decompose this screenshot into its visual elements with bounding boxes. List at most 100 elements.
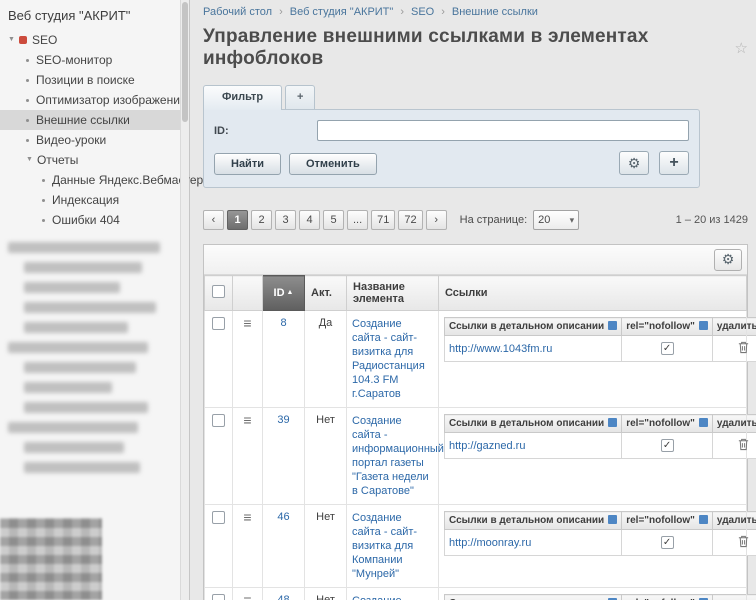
seo-module-icon: [19, 36, 27, 44]
menu-icon: ≡: [243, 592, 251, 600]
select-all-checkbox[interactable]: [212, 285, 225, 298]
external-url-link[interactable]: http://www.1043fm.ru: [449, 343, 552, 355]
element-name-link[interactable]: Создание сайта - сайт-визитка для Базы о…: [352, 594, 433, 600]
sidebar-item-seo-monitor[interactable]: SEO-монитор: [0, 50, 189, 70]
name-column-header[interactable]: Название элемента: [347, 276, 439, 311]
bullet-icon: [42, 199, 45, 202]
inner-links-table: Ссылки в детальном описании rel="nofollo…: [444, 414, 756, 459]
filter-settings-button[interactable]: ⚙: [619, 151, 649, 175]
row-checkbox[interactable]: [212, 594, 225, 600]
sidebar-item-indexing[interactable]: Индексация: [0, 190, 189, 210]
chevron-right-icon: ›: [434, 214, 438, 226]
sidebar-item-external-links[interactable]: Внешние ссылки: [0, 110, 189, 130]
element-name-link[interactable]: Создание сайта - сайт-визитка для Компан…: [352, 511, 433, 581]
id-column-header[interactable]: ID▲: [263, 276, 305, 311]
row-checkbox[interactable]: [212, 317, 225, 330]
delete-link-button[interactable]: [737, 340, 750, 354]
page-button-2[interactable]: 2: [251, 210, 272, 230]
find-button[interactable]: Найти: [214, 153, 281, 175]
sidebar-scrollbar-thumb[interactable]: [182, 2, 188, 122]
page-button-5[interactable]: 5: [323, 210, 344, 230]
add-filter-field-button[interactable]: +: [659, 151, 689, 175]
page-button-3[interactable]: 3: [275, 210, 296, 230]
bullet-icon: [26, 79, 29, 82]
per-page-select[interactable]: 20 ▾: [533, 210, 579, 230]
redacted-item: [24, 302, 156, 313]
breadcrumb-link-desktop[interactable]: Рабочий стол: [203, 6, 272, 18]
row-menu-button[interactable]: ≡: [233, 588, 263, 600]
chevron-left-icon: ‹: [212, 214, 216, 226]
help-icon[interactable]: [608, 418, 617, 427]
breadcrumb-link-site[interactable]: Веб студия "АКРИТ": [272, 6, 393, 18]
row-menu-button[interactable]: ≡: [233, 408, 263, 505]
page-button-4[interactable]: 4: [299, 210, 320, 230]
actions-column-header: [233, 276, 263, 311]
nofollow-header: rel="nofollow": [626, 515, 695, 526]
sidebar: Веб студия "АКРИТ" ▼ SEO SEO-монитор Поз…: [0, 0, 190, 600]
trash-icon: [737, 340, 750, 354]
row-id-link[interactable]: 46: [277, 511, 289, 523]
sidebar-scrollbar[interactable]: [180, 0, 189, 600]
element-name-link[interactable]: Создание сайта - информационный портал г…: [352, 414, 433, 498]
sidebar-item-errors-404[interactable]: Ошибки 404: [0, 210, 189, 230]
row-menu-button[interactable]: ≡: [233, 311, 263, 408]
cancel-button[interactable]: Отменить: [289, 153, 377, 175]
filter-id-row: ID:: [214, 120, 689, 141]
inner-header-row: Ссылки в детальном описании rel="nofollo…: [445, 512, 756, 530]
page-button-71[interactable]: 71: [371, 210, 395, 230]
sidebar-item-seo[interactable]: ▼ SEO: [0, 30, 189, 50]
active-column-header[interactable]: Акт.: [305, 276, 347, 311]
row-menu-button[interactable]: ≡: [233, 505, 263, 588]
row-id-link[interactable]: 8: [280, 317, 286, 329]
delete-link-button[interactable]: [737, 534, 750, 548]
external-url-link[interactable]: http://moonray.ru: [449, 537, 531, 549]
row-id-link[interactable]: 39: [277, 414, 289, 426]
row-active-value: Нет: [305, 408, 347, 505]
nofollow-checkbox[interactable]: ✓: [661, 536, 674, 549]
page-button-72[interactable]: 72: [398, 210, 422, 230]
sidebar-item-search-positions[interactable]: Позиции в поиске: [0, 70, 189, 90]
help-icon[interactable]: [699, 321, 708, 330]
favorite-star-icon[interactable]: ☆: [735, 39, 748, 57]
redacted-item: [24, 282, 120, 293]
row-active-value: Нет: [305, 505, 347, 588]
page-button-1[interactable]: 1: [227, 210, 248, 230]
sidebar-item-video-lessons[interactable]: Видео-уроки: [0, 130, 189, 150]
filter-body: ID: Найти Отменить ⚙ +: [203, 109, 700, 188]
bullet-icon: [26, 59, 29, 62]
id-header-label: ID: [274, 287, 285, 299]
sidebar-item-label: SEO-монитор: [36, 50, 112, 70]
add-filter-tab-button[interactable]: +: [285, 85, 315, 110]
row-checkbox[interactable]: [212, 511, 225, 524]
grid-settings-button[interactable]: ⚙: [714, 249, 742, 271]
delete-link-button[interactable]: [737, 437, 750, 451]
breadcrumb-link-seo[interactable]: SEO: [393, 6, 434, 18]
sidebar-item-reports[interactable]: ▼ Отчеты: [0, 150, 189, 170]
help-icon[interactable]: [699, 515, 708, 524]
row-checkbox[interactable]: [212, 414, 225, 427]
nofollow-checkbox[interactable]: ✓: [661, 439, 674, 452]
gear-icon: ⚙: [628, 155, 641, 172]
redacted-menu-items: [0, 242, 189, 473]
nofollow-header: rel="nofollow": [626, 321, 695, 332]
help-icon[interactable]: [608, 515, 617, 524]
nofollow-checkbox[interactable]: ✓: [661, 342, 674, 355]
tab-filter[interactable]: Фильтр: [203, 85, 282, 110]
sidebar-item-yandex-webmaster-data[interactable]: Данные Яндекс.Вебмастера: [0, 170, 189, 190]
element-name-link[interactable]: Создание сайта - сайт-визитка для Радиос…: [352, 317, 433, 401]
sidebar-item-image-optimizer[interactable]: Оптимизатор изображений: [0, 90, 189, 110]
inner-header-row: Ссылки в детальном описании rel="nofollo…: [445, 318, 756, 336]
page-ellipsis-button[interactable]: ...: [347, 210, 368, 230]
bullet-icon: [26, 139, 29, 142]
links-table: ID▲ Акт. Название элемента Ссылки ≡ 8 Да…: [204, 275, 747, 600]
row-id-link[interactable]: 48: [277, 594, 289, 600]
breadcrumb-link-external-links[interactable]: Внешние ссылки: [434, 6, 538, 18]
next-page-button[interactable]: ›: [426, 210, 447, 230]
prev-page-button[interactable]: ‹: [203, 210, 224, 230]
help-icon[interactable]: [608, 321, 617, 330]
id-filter-input[interactable]: [317, 120, 689, 141]
help-icon[interactable]: [699, 418, 708, 427]
chevron-down-icon: ▼: [26, 150, 33, 170]
delete-header: удалить: [717, 321, 756, 332]
external-url-link[interactable]: http://gazned.ru: [449, 440, 525, 452]
